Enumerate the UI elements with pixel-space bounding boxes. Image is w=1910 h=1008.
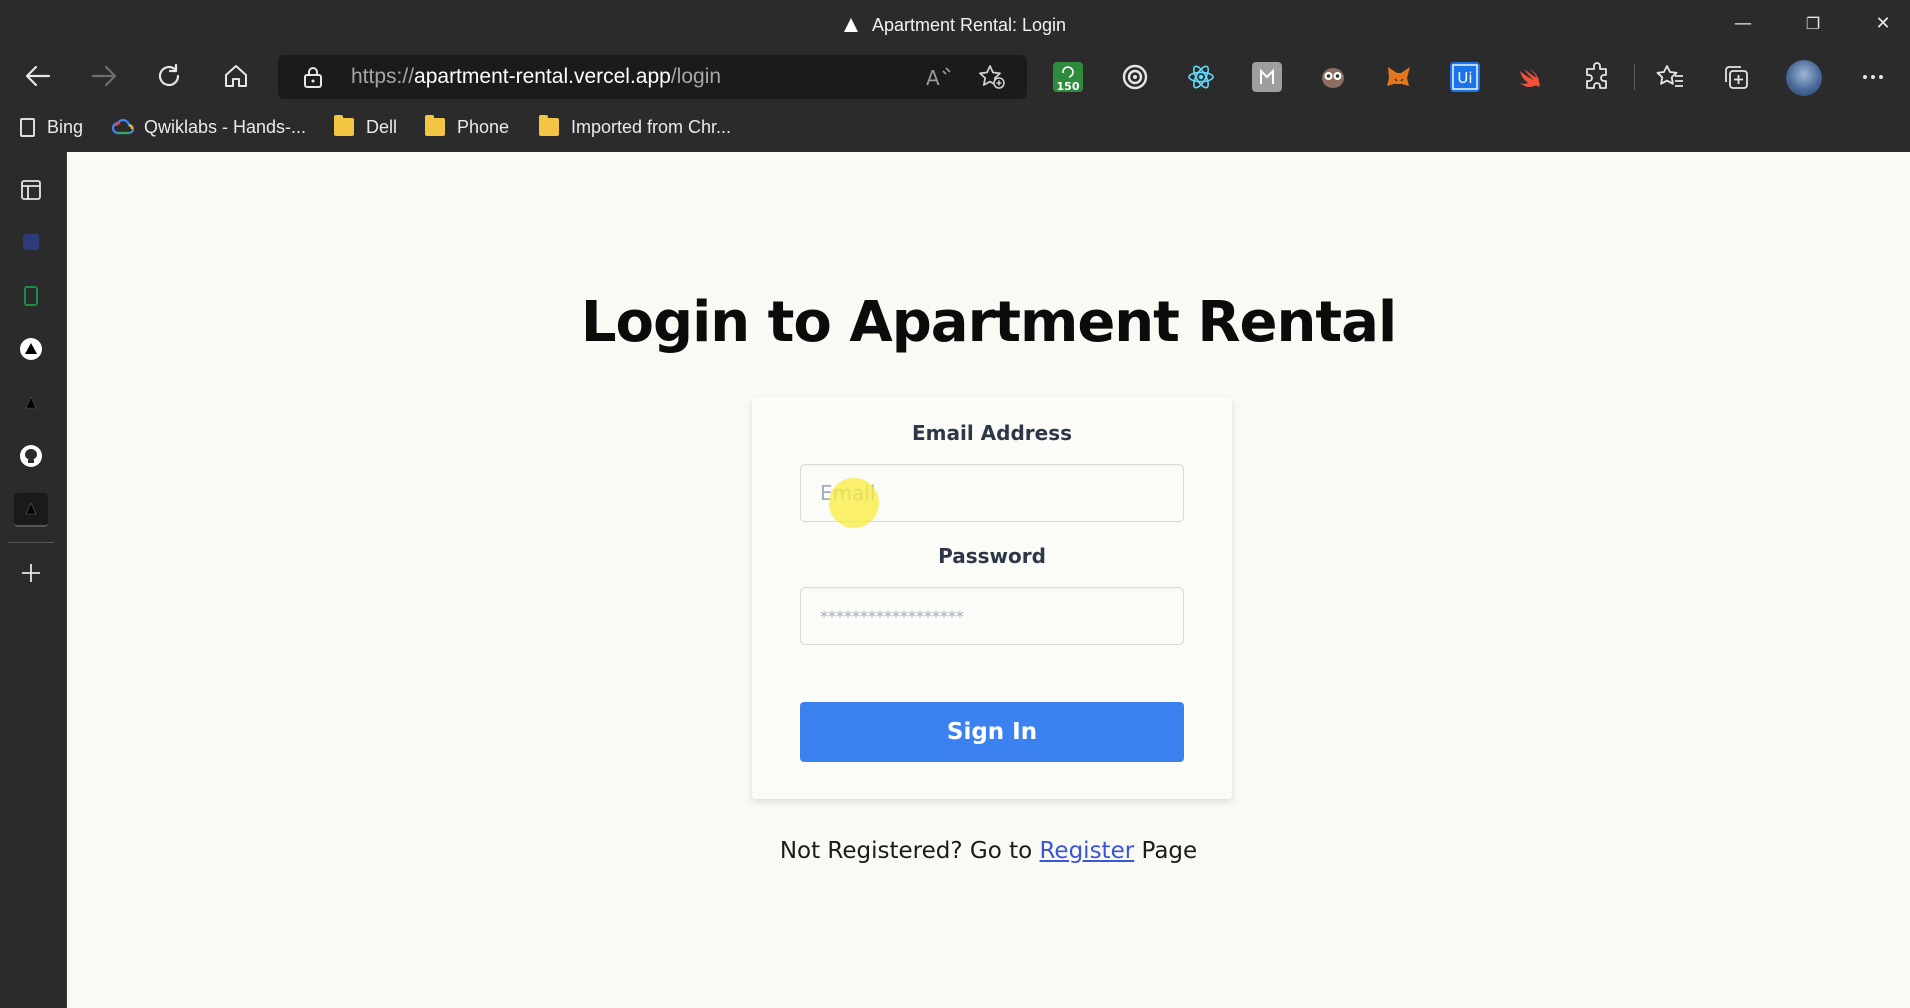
profile-avatar[interactable] xyxy=(1786,60,1822,96)
vertical-tabs-sidebar xyxy=(0,152,67,1008)
page-icon xyxy=(20,117,35,137)
url-text[interactable]: https://apartment-rental.vercel.app/logi… xyxy=(351,65,721,89)
toolbar-separator xyxy=(1634,64,1635,90)
page-title: Login to Apartment Rental xyxy=(580,290,1397,355)
gray-extension-icon[interactable] xyxy=(1252,62,1282,92)
register-link[interactable]: Register xyxy=(1039,838,1134,864)
react-devtools-icon[interactable] xyxy=(1186,62,1216,92)
forward-icon[interactable] xyxy=(86,58,122,94)
lock-icon[interactable] xyxy=(303,65,323,93)
bookmarks-bar: Bing Qwiklabs - Hands-... Dell Phone Imp… xyxy=(0,102,1910,152)
bookmark-folder-phone[interactable]: Phone xyxy=(425,115,509,139)
svg-text:Ui: Ui xyxy=(1457,69,1472,87)
bookmark-folder-imported[interactable]: Imported from Chr... xyxy=(539,115,731,139)
password-label: Password xyxy=(938,544,1046,568)
window-title: Apartment Rental: Login xyxy=(0,15,1910,36)
password-input[interactable] xyxy=(800,587,1184,645)
sign-in-button[interactable]: Sign In xyxy=(800,702,1184,762)
badge-counter-extension-icon[interactable]: 150 xyxy=(1053,62,1083,93)
github-icon[interactable] xyxy=(14,439,48,473)
sidebar-tab-app[interactable] xyxy=(14,386,48,420)
swift-icon[interactable] xyxy=(1516,62,1546,92)
google-cloud-icon xyxy=(111,118,135,136)
more-menu-icon[interactable] xyxy=(1858,62,1888,92)
back-icon[interactable] xyxy=(20,58,56,94)
extensions-icon[interactable] xyxy=(1582,62,1612,92)
address-bar[interactable]: https://apartment-rental.vercel.app/logi… xyxy=(278,55,1027,99)
add-favorite-icon[interactable] xyxy=(978,64,1006,94)
site-favicon-icon xyxy=(843,18,858,32)
title-bar: Apartment Rental: Login — ❐ ✕ xyxy=(0,0,1910,50)
svg-text:A: A xyxy=(926,66,940,89)
target-extension-icon[interactable] xyxy=(1120,62,1150,92)
bookmark-folder-dell[interactable]: Dell xyxy=(334,115,397,139)
close-window-button[interactable]: ✕ xyxy=(1863,8,1903,40)
minimize-button[interactable]: — xyxy=(1723,8,1763,40)
ui-extension-icon[interactable]: Ui xyxy=(1450,62,1480,92)
sidebar-tab-blue[interactable] xyxy=(14,225,48,259)
folder-icon xyxy=(539,115,559,136)
sidebar-separator xyxy=(8,542,54,543)
collections-icon[interactable] xyxy=(1721,62,1751,92)
folder-icon xyxy=(334,115,354,136)
register-prompt: Not Registered? Go to Register Page xyxy=(779,838,1198,864)
restore-button[interactable]: ❐ xyxy=(1793,8,1833,40)
bookmark-qwiklabs[interactable]: Qwiklabs - Hands-... xyxy=(111,115,306,139)
home-icon[interactable] xyxy=(218,58,254,94)
favorites-icon[interactable] xyxy=(1655,62,1685,92)
owl-extension-icon[interactable] xyxy=(1318,62,1348,92)
metamask-icon[interactable] xyxy=(1384,62,1414,92)
refresh-icon[interactable] xyxy=(151,58,187,94)
folder-icon xyxy=(425,115,445,136)
tab-actions-icon[interactable] xyxy=(14,173,48,207)
login-form: Email Address Password Sign In xyxy=(752,397,1232,799)
browser-toolbar: https://apartment-rental.vercel.app/logi… xyxy=(0,50,1910,102)
svg-text:150: 150 xyxy=(1057,80,1080,92)
sidebar-tab-vercel[interactable] xyxy=(14,332,48,366)
new-tab-icon[interactable] xyxy=(14,556,48,590)
sidebar-tab-active[interactable] xyxy=(14,493,48,527)
email-input[interactable] xyxy=(800,464,1184,522)
read-aloud-icon[interactable]: A xyxy=(926,65,952,93)
page-viewport: Login to Apartment Rental Email Address … xyxy=(67,152,1910,1008)
bookmark-bing[interactable]: Bing xyxy=(20,115,83,139)
email-label: Email Address xyxy=(911,421,1073,445)
sidebar-tab-green[interactable] xyxy=(14,279,48,313)
